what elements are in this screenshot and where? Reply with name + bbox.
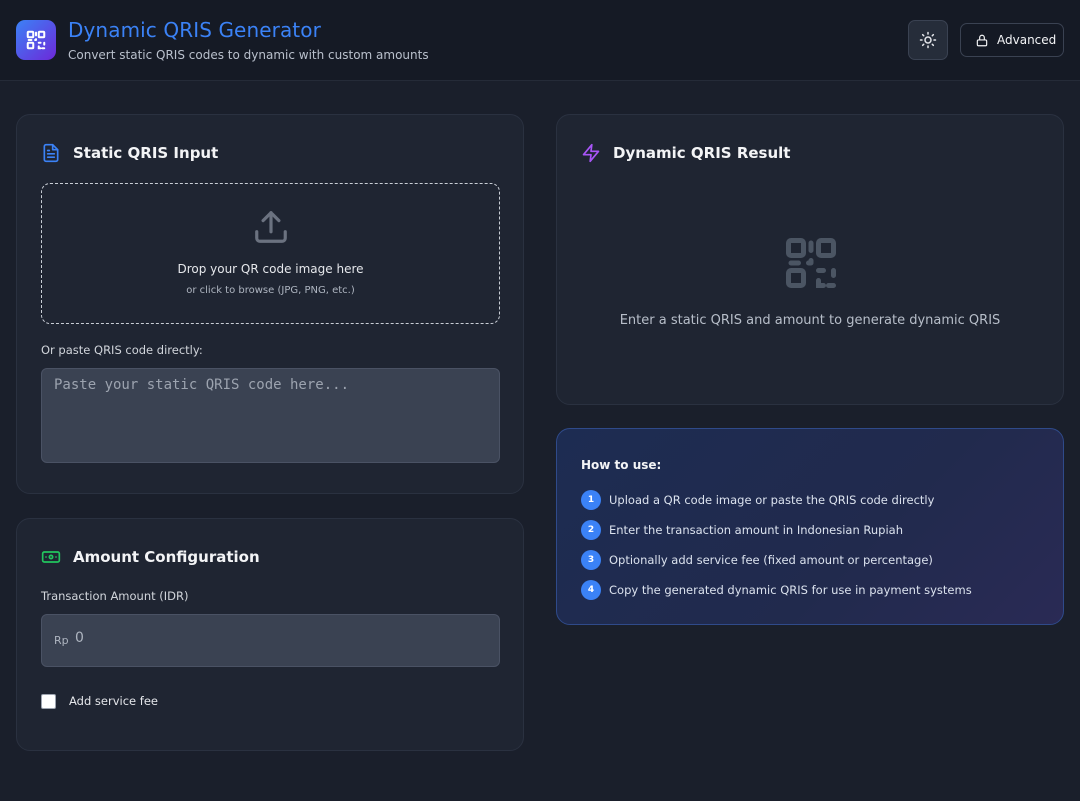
amount-placeholder: 0 <box>75 630 84 646</box>
banknote-icon <box>41 547 61 571</box>
step-number-badge: 2 <box>581 520 601 540</box>
service-fee-label[interactable]: Add service fee <box>69 694 158 708</box>
how-to-step: 2 Enter the transaction amount in Indone… <box>581 520 903 540</box>
amount-input[interactable]: Rp 0 <box>41 614 500 667</box>
advanced-label: Advanced <box>997 33 1057 47</box>
how-to-step: 4 Copy the generated dynamic QRIS for us… <box>581 580 972 600</box>
service-fee-checkbox[interactable] <box>41 694 56 709</box>
qr-code-icon <box>16 20 56 60</box>
paste-label: Or paste QRIS code directly: <box>41 343 203 357</box>
amount-label: Transaction Amount (IDR) <box>41 589 189 603</box>
document-icon <box>41 143 61 167</box>
static-qris-input-card: Static QRIS Input Drop your QR code imag… <box>16 114 524 494</box>
currency-prefix: Rp <box>54 634 69 647</box>
qr-image-dropzone[interactable]: Drop your QR code image here or click to… <box>41 183 500 324</box>
dropzone-main-text: Drop your QR code image here <box>177 262 364 276</box>
step-number-badge: 1 <box>581 490 601 510</box>
app-title: Dynamic QRIS Generator <box>68 18 321 42</box>
how-to-step: 3 Optionally add service fee (fixed amou… <box>581 550 933 570</box>
qris-code-textarea[interactable]: Paste your static QRIS code here... <box>41 368 500 463</box>
step-text: Copy the generated dynamic QRIS for use … <box>609 583 972 597</box>
how-to-use-card: How to use: 1 Upload a QR code image or … <box>556 428 1064 625</box>
qr-placeholder-icon <box>781 233 841 297</box>
app-subtitle: Convert static QRIS codes to dynamic wit… <box>68 48 429 62</box>
step-text: Upload a QR code image or paste the QRIS… <box>609 493 935 507</box>
upload-icon <box>252 208 290 250</box>
amount-configuration-card: Amount Configuration Transaction Amount … <box>16 518 524 751</box>
how-to-step: 1 Upload a QR code image or paste the QR… <box>581 490 934 510</box>
result-empty-message: Enter a static QRIS and amount to genera… <box>619 313 1001 328</box>
theme-toggle-button[interactable] <box>908 20 948 60</box>
dropzone-sub-text: or click to browse (JPG, PNG, etc.) <box>186 285 355 296</box>
advanced-button[interactable]: Advanced <box>960 23 1064 57</box>
how-to-title: How to use: <box>581 458 662 472</box>
zap-icon <box>581 143 601 167</box>
step-number-badge: 4 <box>581 580 601 600</box>
static-input-title: Static QRIS Input <box>73 144 219 162</box>
sun-icon <box>919 31 937 49</box>
app-header: Dynamic QRIS Generator Convert static QR… <box>0 0 1080 81</box>
lock-icon <box>976 34 988 46</box>
step-text: Optionally add service fee (fixed amount… <box>609 553 933 567</box>
step-text: Enter the transaction amount in Indonesi… <box>609 523 903 537</box>
result-title: Dynamic QRIS Result <box>613 144 791 162</box>
step-number-badge: 3 <box>581 550 601 570</box>
dynamic-qris-result-card: Dynamic QRIS Result Enter a static QRIS … <box>556 114 1064 405</box>
amount-config-title: Amount Configuration <box>73 548 260 566</box>
